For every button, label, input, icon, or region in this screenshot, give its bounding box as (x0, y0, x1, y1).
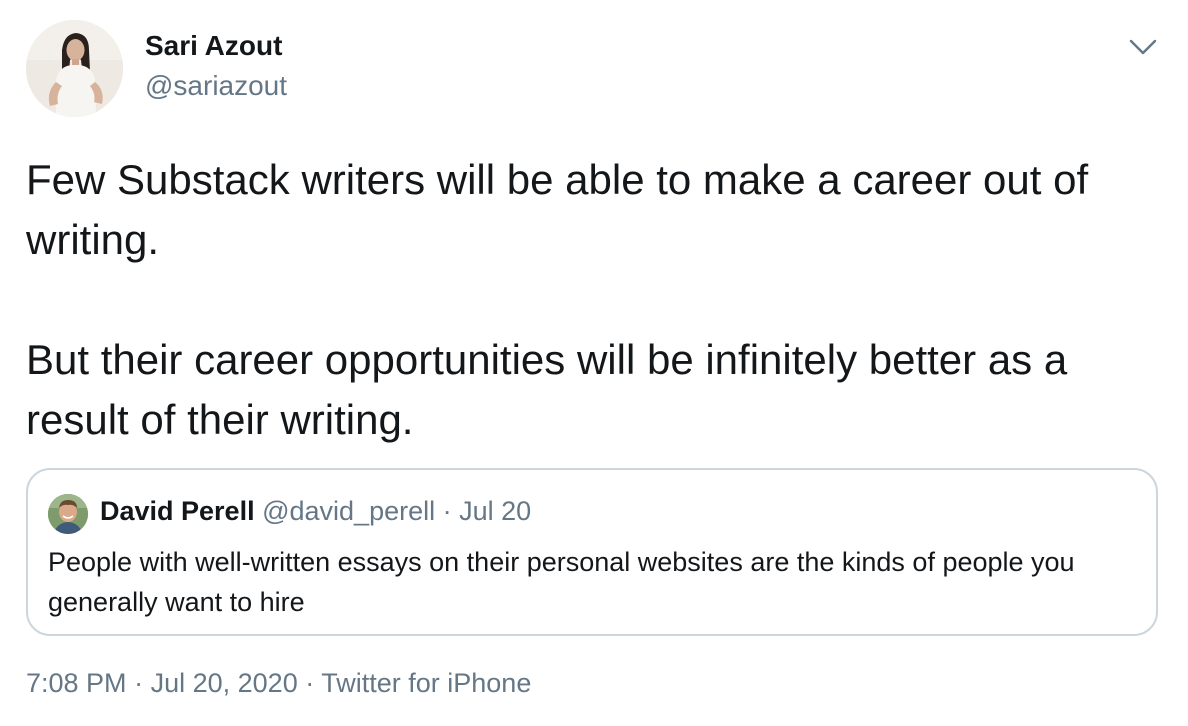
tweet-meta: 7:08 PM · Jul 20, 2020 · Twitter for iPh… (26, 668, 531, 699)
tweet: Sari Azout @sariazout Few Substack write… (0, 0, 1188, 726)
author-name[interactable]: Sari Azout (145, 30, 282, 62)
tweet-timestamp-link[interactable]: 7:08 PM · Jul 20, 2020 (26, 668, 298, 698)
author-handle[interactable]: @sariazout (145, 70, 287, 102)
author-avatar[interactable] (26, 20, 123, 117)
tweet-time: 7:08 PM (26, 668, 127, 698)
tweet-source-link[interactable]: Twitter for iPhone (321, 668, 531, 698)
tweet-text: Few Substack writers will be able to mak… (26, 150, 1166, 450)
tweet-date: Jul 20, 2020 (150, 668, 298, 698)
quoted-author-avatar (48, 494, 88, 534)
meta-separator: · (305, 668, 315, 698)
quoted-header: David Perell @david_perell · Jul 20 (100, 496, 531, 527)
quoted-date: Jul 20 (459, 496, 532, 526)
quoted-separator: · (442, 496, 452, 526)
quoted-author-handle: @david_perell (262, 496, 436, 526)
quoted-text: People with well-written essays on their… (48, 547, 1075, 617)
quoted-tweet[interactable]: David Perell @david_perell · Jul 20 Peop… (26, 468, 1158, 636)
tweet-paragraph: But their career opportunities will be i… (26, 336, 1068, 443)
chevron-down-icon[interactable] (1128, 34, 1158, 60)
meta-separator: · (134, 668, 144, 698)
tweet-paragraph: Few Substack writers will be able to mak… (26, 156, 1089, 263)
quoted-author-name: David Perell (100, 496, 255, 526)
